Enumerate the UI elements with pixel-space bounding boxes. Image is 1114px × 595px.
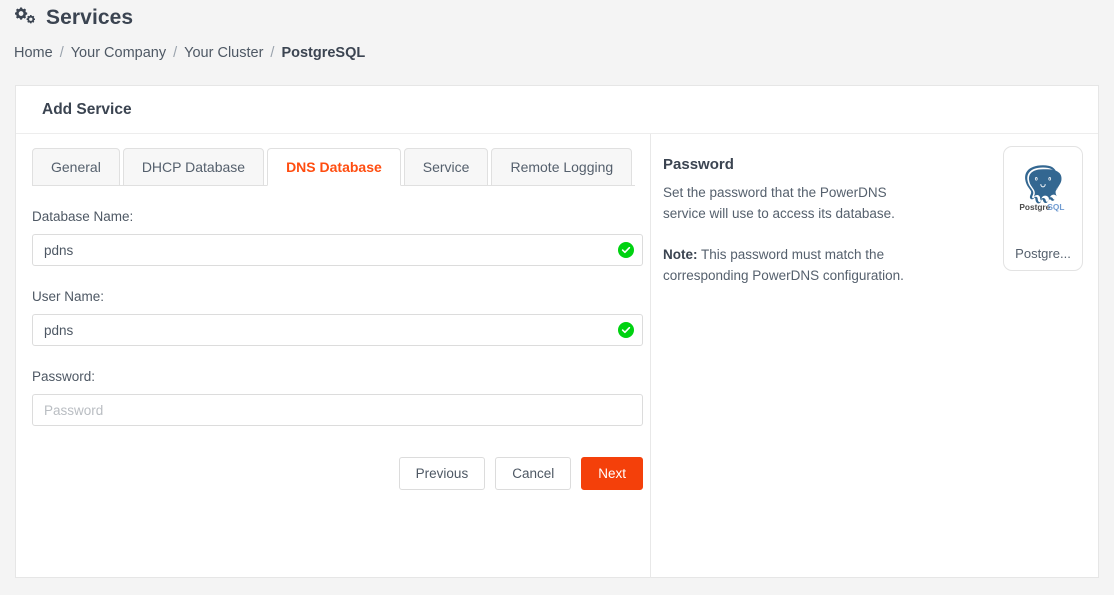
tab-label: DNS Database bbox=[286, 159, 382, 175]
form-pane: General DHCP Database DNS Database Servi… bbox=[16, 134, 651, 578]
help-line-2: service will use to access its database. bbox=[663, 206, 895, 221]
svg-text:Postgre: Postgre bbox=[1019, 202, 1050, 212]
field-password: Password: bbox=[32, 346, 643, 426]
next-button[interactable]: Next bbox=[581, 457, 643, 490]
service-type-caption: Postgre... bbox=[1015, 246, 1071, 261]
postgresql-logo-icon: Postgre SQL bbox=[1015, 160, 1071, 216]
card-header: Add Service bbox=[16, 86, 1098, 134]
password-label: Password: bbox=[32, 369, 96, 384]
page-header: Services bbox=[0, 0, 1114, 36]
card-body: General DHCP Database DNS Database Servi… bbox=[16, 134, 1098, 578]
breadcrumb-separator: / bbox=[59, 45, 64, 61]
breadcrumb-separator: / bbox=[173, 45, 178, 61]
service-type-card[interactable]: Postgre SQL Postgre... bbox=[1003, 146, 1083, 271]
breadcrumb-item-home[interactable]: Home bbox=[14, 45, 53, 61]
tab-service[interactable]: Service bbox=[403, 148, 489, 186]
cogs-icon bbox=[14, 6, 36, 30]
add-service-card: Add Service General DHCP Database DNS Da… bbox=[15, 85, 1099, 578]
tab-bar: General DHCP Database DNS Database Servi… bbox=[32, 134, 635, 186]
tab-general[interactable]: General bbox=[32, 148, 120, 186]
help-note-text-1: This password must match the bbox=[697, 247, 885, 262]
tab-label: Service bbox=[422, 159, 470, 175]
help-spacer bbox=[663, 224, 925, 244]
tab-label: Remote Logging bbox=[510, 159, 614, 175]
help-note-line-2: corresponding PowerDNS configuration. bbox=[663, 268, 904, 283]
password-input-wrap bbox=[32, 394, 643, 426]
database-name-input-wrap bbox=[32, 234, 643, 266]
help-pane: Password Set the password that the Power… bbox=[651, 134, 1098, 578]
valid-check-icon bbox=[618, 322, 634, 338]
tab-dns-database[interactable]: DNS Database bbox=[267, 148, 401, 186]
form-actions: Previous Cancel Next bbox=[32, 426, 643, 490]
user-name-input-wrap bbox=[32, 314, 643, 346]
svg-text:SQL: SQL bbox=[1047, 202, 1064, 212]
breadcrumb-item-your-cluster[interactable]: Your Cluster bbox=[184, 45, 263, 61]
field-user-name: User Name: bbox=[32, 266, 643, 346]
breadcrumb: Home / Your Company / Your Cluster / Pos… bbox=[0, 36, 1114, 70]
database-name-label: Database Name: bbox=[32, 209, 134, 224]
help-line-1: Set the password that the PowerDNS bbox=[663, 185, 887, 200]
tab-label: General bbox=[51, 159, 101, 175]
cancel-button[interactable]: Cancel bbox=[495, 457, 572, 490]
user-name-input[interactable] bbox=[32, 314, 643, 346]
card-title: Add Service bbox=[42, 100, 132, 118]
help-body: Set the password that the PowerDNS servi… bbox=[663, 182, 925, 286]
valid-check-icon bbox=[618, 242, 634, 258]
password-input[interactable] bbox=[32, 394, 643, 426]
breadcrumb-separator: / bbox=[270, 45, 275, 61]
field-database-name: Database Name: bbox=[32, 186, 643, 266]
user-name-label: User Name: bbox=[32, 289, 105, 304]
help-note-line-1: Note: This password must match the bbox=[663, 244, 925, 265]
tab-dhcp-database[interactable]: DHCP Database bbox=[122, 148, 265, 186]
help-note-label: Note: bbox=[663, 247, 698, 262]
breadcrumb-item-postgresql: PostgreSQL bbox=[281, 45, 366, 61]
tab-label: DHCP Database bbox=[141, 159, 246, 175]
previous-button[interactable]: Previous bbox=[398, 457, 486, 490]
page-title: Services bbox=[46, 6, 134, 29]
breadcrumb-item-your-company[interactable]: Your Company bbox=[71, 45, 166, 61]
database-name-input[interactable] bbox=[32, 234, 643, 266]
tab-remote-logging[interactable]: Remote Logging bbox=[491, 148, 633, 186]
